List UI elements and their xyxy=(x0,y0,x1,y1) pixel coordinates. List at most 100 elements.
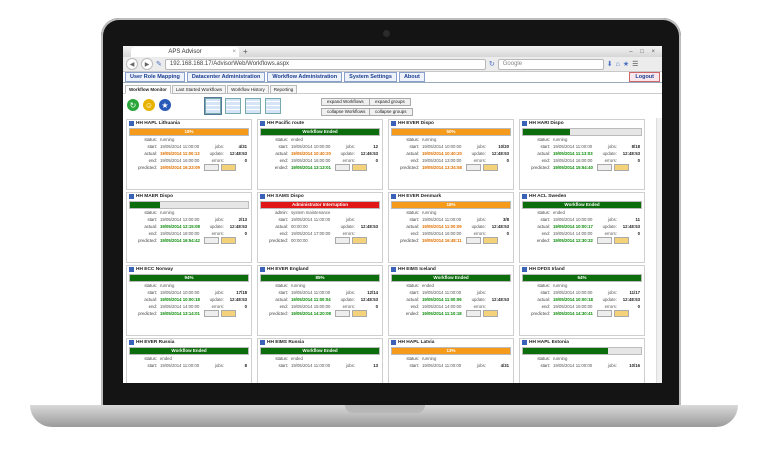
workflow-card[interactable]: HH EIMS Russia Workflow Ended status: ended… xyxy=(257,338,383,383)
scrollbar[interactable] xyxy=(656,118,662,383)
grid-view-3-icon[interactable] xyxy=(245,98,261,114)
menu-item[interactable]: User Role Mapping xyxy=(125,72,185,82)
field-value: 13 xyxy=(373,363,378,368)
progress-bar xyxy=(129,201,249,209)
search-icon[interactable] xyxy=(466,164,481,171)
url-input[interactable]: 192.168.168.17/AdvisorWeb/Workflows.aspx xyxy=(164,58,486,70)
card-row: start: 19/05/2014 11:00:00 jobs: xyxy=(258,216,382,223)
workflow-card[interactable]: HH MAER Dispo status: running start: 19/05/2… xyxy=(126,192,252,263)
menu-icon[interactable]: ☰ xyxy=(632,60,638,68)
card-row: start: 19/05/2014 11:00:00 jobs: xyxy=(389,289,513,296)
search-icon[interactable] xyxy=(204,164,219,171)
field-value: 19/05/2014 10:00:00 xyxy=(291,144,331,149)
refresh-icon[interactable]: ↻ xyxy=(127,99,139,111)
workflow-card[interactable]: HH Pacific route Workflow Ended status: end… xyxy=(257,119,383,190)
search-icon[interactable] xyxy=(466,310,481,317)
workflow-card[interactable]: HH EVER England 85% status: running start: 19… xyxy=(257,265,383,336)
forward-arrow-icon[interactable]: ▶ xyxy=(141,58,153,70)
back-arrow-icon[interactable]: ◀ xyxy=(126,58,138,70)
card-row: status: running xyxy=(389,209,513,216)
card-header: HH EVER Dispo xyxy=(389,120,513,127)
star-icon[interactable]: ★ xyxy=(159,99,171,111)
menu-item[interactable]: About xyxy=(398,72,425,82)
search-icon[interactable] xyxy=(204,310,219,317)
collapse-workflows-button[interactable]: collapse Workflows xyxy=(321,108,372,116)
logout-button[interactable]: Logout xyxy=(629,72,660,82)
user-icon[interactable]: ☺ xyxy=(143,99,155,111)
search-icon[interactable] xyxy=(335,164,350,171)
card-title: HH HAPL Lithuania xyxy=(136,121,180,126)
field-value: running xyxy=(291,283,306,288)
field-label: jobs: xyxy=(214,144,224,149)
wrench-icon[interactable]: ✎ xyxy=(156,60,162,68)
expand-groups-button[interactable]: expand groups xyxy=(369,98,411,106)
subtab[interactable]: Workflow Monitor xyxy=(125,85,171,94)
expand-workflows-button[interactable]: expand Workflows xyxy=(321,98,370,106)
progress-bar: 18% xyxy=(391,201,511,209)
warning-icon[interactable] xyxy=(483,164,498,171)
card-row: status: ended xyxy=(389,282,513,289)
subtab[interactable]: Workflow History xyxy=(227,85,269,94)
browser-tab[interactable]: APS Advisor × xyxy=(131,46,239,57)
warning-icon[interactable] xyxy=(614,237,629,244)
warning-icon[interactable] xyxy=(221,310,236,317)
search-icon[interactable] xyxy=(466,237,481,244)
search-icon[interactable] xyxy=(335,310,350,317)
grid-view-2-icon[interactable] xyxy=(225,98,241,114)
bookmark-star-icon[interactable]: ★ xyxy=(623,60,629,68)
field-label: jobs: xyxy=(345,144,355,149)
workflow-card[interactable]: HH HAPL Latvia 13% status: running start: 19/… xyxy=(388,338,514,383)
warning-icon[interactable] xyxy=(221,237,236,244)
warning-icon[interactable] xyxy=(483,237,498,244)
grid-view-1-icon[interactable] xyxy=(204,97,222,115)
search-icon[interactable] xyxy=(597,164,612,171)
window-controls[interactable]: – □ × xyxy=(629,49,658,55)
download-icon[interactable]: ⬇ xyxy=(607,60,613,68)
card-row: actual: 19/05/2014 11:00:06 update: 12:48:5… xyxy=(389,296,513,303)
workflow-card[interactable]: HH ECC Norway 94% status: running start: 19/0… xyxy=(126,265,252,336)
menu-item[interactable]: System Settings xyxy=(344,72,397,82)
field-label: update: xyxy=(340,224,355,229)
search-input[interactable]: Google xyxy=(497,58,604,70)
workflow-card[interactable]: HH EIMS Iceland Workflow Ended status: ende… xyxy=(388,265,514,336)
search-icon[interactable] xyxy=(597,310,612,317)
workflow-card[interactable]: HH HARI Dispo status: running start: 19/05/2… xyxy=(519,119,645,190)
workflow-card[interactable]: HH EVER Dispo 50% status: running start: 19/0… xyxy=(388,119,514,190)
field-value: 19/05/2014 13:14:01 xyxy=(160,311,200,316)
workflow-card[interactable]: HH HAPL Lithuania 18% status: running start:… xyxy=(126,119,252,190)
workflow-card[interactable]: HH EVER Russia Workflow Ended status: ended… xyxy=(126,338,252,383)
field-label: status: xyxy=(275,137,288,142)
subtab[interactable]: Reporting xyxy=(269,85,298,94)
search-icon[interactable] xyxy=(204,237,219,244)
warning-icon[interactable] xyxy=(614,310,629,317)
warning-icon[interactable] xyxy=(352,164,367,171)
warning-icon[interactable] xyxy=(221,164,236,171)
menu-item[interactable]: Datacenter Administration xyxy=(186,72,266,82)
search-icon[interactable] xyxy=(597,237,612,244)
warning-icon[interactable] xyxy=(352,237,367,244)
search-icon[interactable] xyxy=(335,237,350,244)
workflow-card[interactable]: HH HAPL Estonia status: running start: 19/05… xyxy=(519,338,645,383)
collapse-groups-button[interactable]: collapse groups xyxy=(369,108,413,116)
workflow-card[interactable]: HH SAMS Dispo Administrator Interruption a… xyxy=(257,192,383,263)
field-label: end: xyxy=(148,231,157,236)
workflow-card[interactable]: HH DFDS Irland 64% status: running start: 19/… xyxy=(519,265,645,336)
card-row: start: 19/05/2014 11:00:00 jobs: 13 xyxy=(258,362,382,369)
field-value: 19/05/2014 10:00:00 xyxy=(553,217,593,222)
workflow-card[interactable]: HH EVER Denmark 18% status: running start: 19… xyxy=(388,192,514,263)
warning-icon[interactable] xyxy=(352,310,367,317)
reload-icon[interactable]: ↻ xyxy=(489,60,495,68)
home-icon[interactable]: ⌂ xyxy=(616,61,620,68)
warning-icon[interactable] xyxy=(614,164,629,171)
tab-close-icon[interactable]: × xyxy=(232,49,236,55)
field-value: 12/14 xyxy=(367,290,378,295)
menu-item[interactable]: Workflow Administration xyxy=(267,72,343,82)
field-value: 0 xyxy=(244,158,247,163)
new-tab-button[interactable]: + xyxy=(243,47,248,56)
warning-icon[interactable] xyxy=(483,310,498,317)
grid-view-4-icon[interactable] xyxy=(265,98,281,114)
workflow-card[interactable]: HH ACL Sweden Workflow Ended status: ended s… xyxy=(519,192,645,263)
progress-bar: Workflow Ended xyxy=(129,347,249,355)
field-value: running xyxy=(553,137,568,142)
subtab[interactable]: Last Started Workflows xyxy=(171,85,227,94)
